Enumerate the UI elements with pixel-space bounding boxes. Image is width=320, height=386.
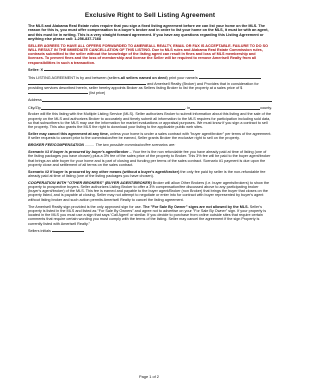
city-field[interactable] [40, 105, 186, 110]
seller-names-field[interactable] [198, 75, 261, 80]
fee-note: ......... The two possible commission/fe… [85, 143, 176, 148]
scenario-2-paragraph: Scenario #2 if buyer is procured by any … [28, 170, 272, 179]
initials-label: Sellers initials [28, 229, 51, 234]
county-label: county. [260, 105, 272, 110]
list-price-field[interactable] [28, 90, 88, 95]
initials-field[interactable] [51, 228, 84, 233]
city-label: City/Zip [28, 105, 41, 110]
cancel-paragraph: Seller may cancel this agreement at any … [28, 132, 272, 141]
city-row: City/Zip , in county. [28, 105, 272, 110]
scenario-1-paragraph: Scenario #1 if buyer is procured by buye… [28, 150, 272, 167]
listing-agreement-page: Exclusive Right to Sell Listing Agreemen… [0, 0, 298, 386]
document-title: Exclusive Right to Sell Listing Agreemen… [84, 12, 216, 19]
sign-paragraph: The Amerisell Realty sign provided is th… [28, 205, 272, 226]
mls-paragraph: Broker will file this listing with the M… [28, 112, 272, 130]
offers-warning-paragraph: SELLER AGREES TO HAVE ALL OFFERS FORWARD… [28, 43, 269, 65]
seller-names-field-2[interactable] [28, 81, 146, 85]
parties-paragraph: This LISTING AGREEMENT is by and between… [28, 75, 272, 95]
fee-heading: BROKER FEE/COMPENSATION [28, 143, 84, 148]
county-field[interactable] [190, 105, 261, 110]
address-row: Address [28, 98, 272, 103]
fee-heading-line: BROKER FEE/COMPENSATION ......... The tw… [28, 143, 272, 147]
list-price-label: (list price) [89, 91, 106, 96]
address-label: Address [28, 98, 42, 103]
intro-paragraph: The MLS and Alabama Real Estate rules re… [28, 24, 269, 41]
parties-text-c: ) print your name/s [166, 76, 198, 81]
address-field[interactable] [41, 98, 272, 103]
seller-signature-label: Seller: X [28, 68, 44, 73]
initials-line: Sellers initials [28, 228, 272, 233]
seller-signature-line: Seller: X [28, 67, 272, 72]
seller-signature-field[interactable] [44, 67, 195, 72]
page-number: Page 1 of 2 [139, 374, 159, 379]
cooperation-paragraph: COOPERATION WITH "OTHER BROKERS" (BUYER … [28, 181, 272, 202]
